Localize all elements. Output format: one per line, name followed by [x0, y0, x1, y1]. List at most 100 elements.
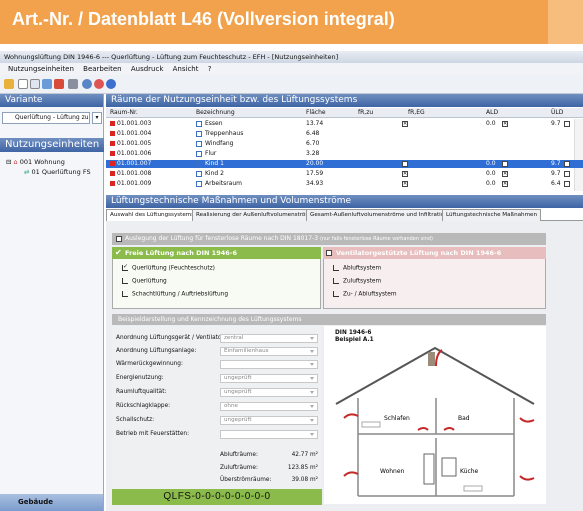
field-geraet-select[interactable]: zentral [220, 334, 318, 343]
field-schall-select[interactable]: ungeprüft [220, 416, 318, 425]
ald-checkbox[interactable]: ✕ [502, 121, 508, 127]
room-area: 17.59 [306, 170, 324, 177]
col-flaeche[interactable]: Fläche [306, 108, 326, 118]
room-grid-icon [196, 150, 202, 157]
option-querlueftung-fs[interactable]: ✓ Querlüftung (Feuchteschutz) [122, 264, 215, 272]
variant-select[interactable]: Querlüftung - Lüftung zu [2, 112, 90, 124]
menu-help[interactable]: ? [208, 65, 212, 73]
variant-menu-button[interactable]: ▾ [92, 112, 102, 124]
ald-checkbox[interactable]: ✕ [502, 181, 508, 187]
uld-checkbox[interactable] [564, 161, 570, 167]
feg-checkbox[interactable]: ✕ [402, 121, 408, 127]
menu-ansicht[interactable]: Ansicht [173, 65, 199, 73]
ald-checkbox[interactable]: ✕ [502, 171, 508, 177]
paste-icon[interactable] [42, 79, 52, 89]
room-type-icon [110, 131, 115, 136]
freie-lueftung-check-icon[interactable]: ✔ [115, 249, 122, 257]
col-fr-eg[interactable]: fR,EG [408, 108, 425, 118]
help-icon[interactable] [106, 79, 116, 89]
field-energie-select[interactable]: ungeprüft [220, 374, 318, 383]
freie-lueftung-header[interactable]: Freie Lüftung nach DIN 1946-6 [112, 247, 321, 259]
menu-ausdruck[interactable]: Ausdruck [131, 65, 164, 73]
field-label-waermerueck: Wärmerückgewinnung: [116, 361, 183, 367]
open-icon[interactable] [4, 79, 14, 89]
room-type-icon [110, 181, 115, 186]
field-label-raumluft: Raumluftqualität: [116, 389, 167, 395]
room-area: 6.70 [306, 140, 320, 147]
room-name: Kind 2 [196, 170, 224, 178]
room-grid-icon [196, 180, 202, 187]
room-type-icon [110, 151, 115, 156]
room-type-icon [110, 121, 115, 126]
banner-title: Art.-Nr. / Datenblatt L46 (Vollversion i… [12, 9, 395, 29]
table-row[interactable]: 01.001.005 Windfang 6.70 [106, 140, 583, 148]
ald-value: 0.0 [486, 170, 496, 177]
new-icon[interactable] [18, 79, 28, 89]
tab-realisierung[interactable]: Realisierung der Außenluftvolumenströme [192, 209, 319, 221]
room-grid-icon [196, 170, 202, 177]
table-row[interactable]: 01.001.004 Treppenhaus 6.48 [106, 130, 583, 138]
preview-icon[interactable] [68, 79, 78, 89]
ltm-tabs: Auswahl des Lüftungssystems Realisierung… [106, 209, 583, 221]
chimney [428, 352, 435, 366]
radiators [361, 421, 483, 492]
house-diagram-svg: Schlafen Bad Wohnen Küche [335, 346, 535, 497]
menu-nutzungseinheiten[interactable]: Nutzungseinheiten [8, 65, 74, 73]
option-schachtlueftung[interactable]: Schachtlüftung / Auftriebslüftung [122, 291, 228, 298]
option-querlueftung[interactable]: Querlüftung [122, 278, 167, 285]
table-row[interactable]: 01.001.009 Arbeitsraum 34.93 ✕ 0.0 ✕ 6.4 [106, 180, 583, 188]
refresh-icon[interactable] [94, 79, 104, 89]
tab-massnahmen[interactable]: Lüftungstechnische Maßnahmen [442, 209, 542, 221]
tree-item-wohnung[interactable]: ⊟ ⌂ 001 Wohnung [6, 158, 65, 166]
table-row[interactable]: 01.001.008 Kind 2 17.59 ✕ 0.0 ✕ 9.7 [106, 170, 583, 178]
ald-checkbox[interactable]: ✕ [502, 161, 508, 167]
table-row[interactable]: 01.001.007 Kind 1 20.00 ✕ 0.0 ✕ 9.7 [106, 160, 583, 168]
option-zuluftsystem[interactable]: Zuluftsystem [333, 278, 381, 285]
feg-checkbox[interactable]: ✕ [402, 161, 408, 167]
room-area: 34.93 [306, 180, 324, 187]
feg-checkbox[interactable]: ✕ [402, 171, 408, 177]
menu-bearbeiten[interactable]: Bearbeiten [83, 65, 121, 73]
feg-checkbox[interactable]: ✕ [402, 181, 408, 187]
ventilator-header[interactable]: Ventilatorgestützte Lüftung nach DIN 194… [323, 247, 546, 259]
tab-auswahl[interactable]: Auswahl des Lüftungssystems [106, 209, 199, 221]
option-abluftsystem[interactable]: Abluftsystem [333, 265, 381, 272]
rooms-table-header: Raum-Nr. Bezeichnung Fläche fR,zu fR,EG … [106, 108, 583, 118]
fensterlos-checkbox[interactable] [116, 236, 122, 242]
col-uld[interactable]: ÜLD [551, 108, 563, 118]
room-name: Kind 1 [196, 160, 224, 168]
col-ald[interactable]: ALD [486, 108, 498, 118]
field-raumluft-select[interactable]: ungeprüft [220, 388, 318, 397]
field-waermerueck-select[interactable] [220, 360, 318, 369]
col-raum-nr[interactable]: Raum-Nr. [110, 108, 138, 118]
print-icon[interactable] [54, 79, 64, 89]
uld-value: 9.7 [551, 170, 561, 177]
col-fr-zu[interactable]: fR,zu [358, 108, 373, 118]
gebaeude-button[interactable]: Gebäude [0, 494, 103, 511]
tab-gesamt[interactable]: Gesamt-Außenluftvolumenströme und Infilt… [306, 209, 452, 221]
room-nr: 01.001.007 [110, 160, 151, 168]
room-name: Essen [196, 120, 223, 128]
field-rueckschlag-select[interactable]: ohne [220, 402, 318, 411]
table-row[interactable]: 01.001.003 Essen 13.74 ✕ 0.0 ✕ 9.7 [106, 120, 583, 128]
room-area: 20.00 [306, 160, 324, 167]
uld-checkbox[interactable] [564, 121, 570, 127]
ald-value: 0.0 [486, 160, 496, 167]
option-zu-abluftsystem[interactable]: Zu- / Abluftsystem [333, 291, 396, 298]
fensterlos-bar[interactable]: Auslegung der Lüftung für fensterlose Rä… [112, 233, 546, 245]
rooms-header: Räume der Nutzungseinheit bzw. des Lüftu… [106, 94, 583, 107]
ventilator-checkbox[interactable] [326, 250, 332, 256]
tree-item-querlueftung[interactable]: ⇄ 01 Querlüftung FS [24, 168, 91, 176]
copy-icon[interactable] [30, 79, 40, 89]
field-feuerstaetten-select[interactable] [220, 430, 318, 439]
toolbar [0, 75, 583, 94]
ald-value: 0.0 [486, 120, 496, 127]
uld-checkbox[interactable] [564, 171, 570, 177]
room-nr: 01.001.004 [110, 130, 151, 138]
table-row[interactable]: 01.001.006 Flur 3.28 [106, 150, 583, 158]
search-icon[interactable] [82, 79, 92, 89]
uld-checkbox[interactable] [564, 181, 570, 187]
col-bezeichnung[interactable]: Bezeichnung [196, 108, 235, 118]
field-anlage-select[interactable]: Einfamilienhaus [220, 347, 318, 356]
room-label-schlafen: Schlafen [384, 415, 410, 422]
